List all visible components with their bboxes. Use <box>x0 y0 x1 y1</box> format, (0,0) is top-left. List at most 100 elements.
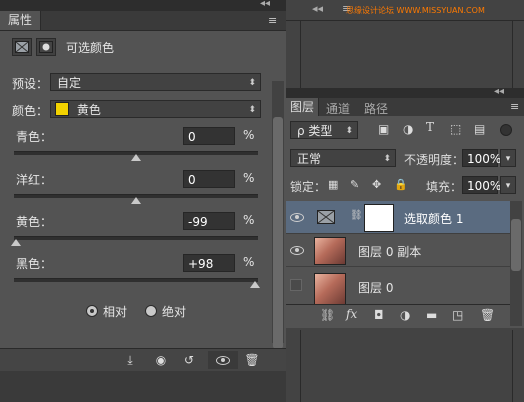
layers-top-bar: ◂◂ <box>286 86 524 98</box>
tab-channels[interactable]: 通道 <box>326 100 350 117</box>
lock-position-icon[interactable]: ✥ <box>372 178 381 191</box>
black-value-input[interactable]: +98 <box>183 254 235 272</box>
yellow-slider-track[interactable] <box>14 236 258 240</box>
add-mask-icon[interactable]: ◘ <box>374 308 384 322</box>
collapse-icon[interactable]: ◂◂ <box>312 2 323 15</box>
layer-name[interactable]: 选取颜色 1 <box>404 210 463 227</box>
watermark: 思缘设计论坛 WWW.MISSYUAN.COM <box>346 6 485 15</box>
collapse-icon[interactable]: ◂◂ <box>260 0 270 9</box>
properties-scrollbar[interactable] <box>272 81 284 349</box>
adjustment-icon[interactable] <box>12 38 32 56</box>
layer-thumbnail <box>314 237 346 265</box>
preset-value: 自定 <box>57 76 82 90</box>
tab-paths[interactable]: 路径 <box>364 100 388 117</box>
yellow-value-input[interactable]: -99 <box>183 212 235 230</box>
slider-label-cyan: 青色： <box>16 130 53 144</box>
lock-all-icon[interactable]: 🔒 <box>394 178 408 191</box>
link-layers-icon[interactable]: ⛓ <box>320 308 335 322</box>
type-filter-icon[interactable]: T <box>426 120 434 134</box>
visibility-button[interactable] <box>208 351 238 369</box>
smart-object-filter-icon[interactable]: ▤ <box>474 122 485 136</box>
blend-mode-select[interactable]: 正常 ⬍ <box>290 149 396 167</box>
adjustment-filter-icon[interactable]: ◑ <box>403 122 413 136</box>
properties-footer: ⤓ ◉ ↺ 🗑 <box>0 348 286 371</box>
view-previous-icon[interactable]: ◉ <box>151 351 171 369</box>
colors-select[interactable]: 黄色 ⬍ <box>50 100 261 118</box>
mask-icon[interactable] <box>36 38 56 56</box>
layer-thumbnail <box>314 273 346 306</box>
collapse-icon[interactable]: ◂◂ <box>494 86 504 97</box>
layer-row[interactable]: 图层 0 副本 <box>286 234 510 267</box>
updown-icon: ⬍ <box>248 105 256 115</box>
percent-unit: % <box>243 171 255 185</box>
radio-dot <box>90 309 94 313</box>
colors-label: 颜色： <box>12 104 49 118</box>
tab-layers[interactable]: 图层 <box>286 98 320 116</box>
colors-value: 黄色 <box>76 103 101 117</box>
opacity-input[interactable]: 100% <box>462 149 501 167</box>
layer-name[interactable]: 图层 0 副本 <box>358 243 421 260</box>
opacity-dropdown[interactable]: ▾ <box>500 149 516 167</box>
layers-footer: ⛓ fx ◘ ◑ ▬ ◳ 🗑 <box>286 304 510 327</box>
new-layer-icon[interactable]: ◳ <box>452 308 463 322</box>
panel-title: 可选颜色 <box>66 41 115 55</box>
updown-icon: ⬍ <box>248 78 256 88</box>
layer-name[interactable]: 图层 0 <box>358 279 393 296</box>
canvas-divider <box>300 20 301 98</box>
lock-transparent-icon[interactable]: ▦ <box>328 178 338 191</box>
fill-dropdown[interactable]: ▾ <box>500 176 516 194</box>
new-adjustment-icon[interactable]: ◑ <box>400 308 410 322</box>
canvas-divider <box>300 330 301 402</box>
absolute-radio[interactable] <box>145 305 157 317</box>
right-header-bar: ◂◂ ≡ 思缘设计论坛 WWW.MISSYUAN.COM <box>286 0 524 21</box>
layer-mask-thumbnail[interactable] <box>364 204 394 232</box>
shape-filter-icon[interactable]: ⬚ <box>450 122 461 136</box>
properties-top-bar: ◂◂ <box>0 0 286 11</box>
yellow-slider-thumb[interactable] <box>11 239 21 246</box>
clip-to-layer-icon[interactable]: ⤓ <box>120 351 140 369</box>
visibility-toggle-off[interactable] <box>290 279 302 291</box>
layer-row[interactable]: 图层 0 <box>286 267 510 306</box>
cyan-slider-thumb[interactable] <box>131 154 141 161</box>
panel-menu-icon[interactable]: ≡ <box>268 14 277 27</box>
properties-tabbar: 属性 ≡ <box>0 11 286 31</box>
layers-scrollbar[interactable] <box>510 201 522 326</box>
trash-icon[interactable]: 🗑 <box>480 308 495 322</box>
absolute-label: 绝对 <box>162 305 187 319</box>
lock-image-icon[interactable]: ✎ <box>350 178 359 191</box>
panel-menu-icon[interactable]: ≡ <box>510 100 519 113</box>
link-icon[interactable]: ⛓ <box>350 210 363 221</box>
adjustment-layer-icon <box>314 205 338 229</box>
layers-tabbar: 图层 通道 路径 ≡ <box>286 98 524 117</box>
magenta-slider-thumb[interactable] <box>131 197 141 204</box>
black-slider-track[interactable] <box>14 278 258 282</box>
slider-label-magenta: 洋红： <box>16 173 53 187</box>
cyan-value-input[interactable]: 0 <box>183 127 235 145</box>
kind-filter-select[interactable]: ρ 类型 ⬍ <box>290 121 358 139</box>
kind-filter-value: ρ 类型 <box>297 124 333 138</box>
magenta-value-input[interactable]: 0 <box>183 170 235 188</box>
scroll-thumb[interactable] <box>511 219 521 271</box>
scroll-thumb[interactable] <box>273 117 283 349</box>
slider-label-black: 黑色： <box>16 257 53 271</box>
updown-icon: ⬍ <box>383 154 391 164</box>
updown-icon: ⬍ <box>345 126 353 136</box>
layer-row[interactable]: ⛓ 选取颜色 1 <box>286 201 510 234</box>
percent-unit: % <box>243 213 255 227</box>
tab-properties[interactable]: 属性 <box>0 11 42 30</box>
trash-icon[interactable]: 🗑 <box>242 351 262 369</box>
reset-icon[interactable]: ↺ <box>179 351 199 369</box>
filter-toggle[interactable] <box>500 124 512 136</box>
eye-icon <box>216 356 230 365</box>
eye-icon[interactable] <box>290 246 304 255</box>
eye-icon[interactable] <box>290 213 304 222</box>
preset-select[interactable]: 自定 ⬍ <box>50 73 261 91</box>
new-group-icon[interactable]: ▬ <box>426 308 437 322</box>
relative-radio[interactable] <box>86 305 98 317</box>
black-slider-thumb[interactable] <box>250 281 260 288</box>
percent-unit: % <box>243 255 255 269</box>
fx-icon[interactable]: fx <box>346 307 357 321</box>
opacity-label: 不透明度： <box>404 153 465 167</box>
pixel-filter-icon[interactable]: ▣ <box>378 122 389 136</box>
fill-input[interactable]: 100% <box>462 176 501 194</box>
